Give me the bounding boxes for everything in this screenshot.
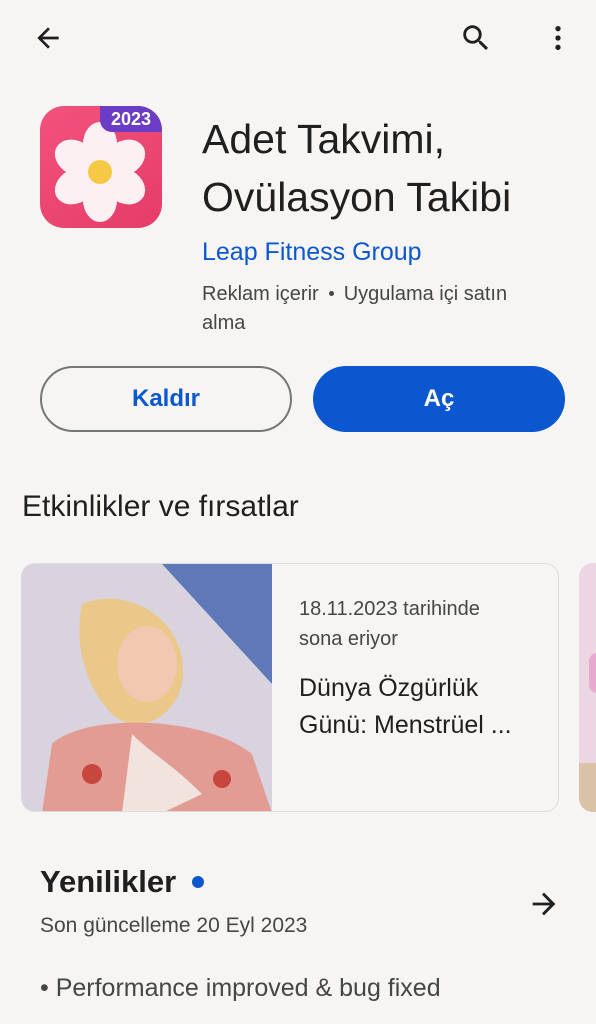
next-event-image bbox=[579, 563, 596, 812]
new-indicator-dot bbox=[192, 876, 205, 888]
separator-dot bbox=[328, 291, 334, 296]
event-title-line-2: Günü: Menstrüel ... bbox=[299, 711, 512, 739]
release-notes: • Performance improved & bug fixed bbox=[40, 974, 441, 1002]
app-title-line-2: Ovülasyon Takibi bbox=[202, 174, 512, 220]
whats-new-label: Yenilikler bbox=[40, 864, 177, 899]
in-app-purchases-label-1: Uygulama içi satın bbox=[343, 283, 508, 305]
arrow-right-icon bbox=[532, 892, 556, 916]
whats-new-expand-button[interactable] bbox=[520, 880, 568, 928]
app-title: Adet Takvimi, Ovülasyon Takibi bbox=[202, 110, 582, 226]
more-options-button[interactable] bbox=[534, 14, 582, 62]
event-expiry-line-2: sona eriyor bbox=[299, 628, 398, 650]
next-event-card[interactable] bbox=[579, 563, 596, 812]
event-expiry-line-1: 18.11.2023 tarihinde bbox=[299, 598, 480, 620]
app-icon: 2023 bbox=[40, 106, 162, 228]
more-vert-icon bbox=[555, 26, 561, 50]
event-title: Dünya Özgürlük Günü: Menstrüel ... bbox=[299, 670, 539, 744]
event-title-line-1: Dünya Özgürlük bbox=[299, 674, 479, 702]
arrow-left-icon bbox=[37, 27, 59, 49]
in-app-purchases-label-2: alma bbox=[202, 312, 246, 334]
top-app-bar bbox=[0, 0, 596, 80]
year-badge: 2023 bbox=[100, 106, 162, 132]
search-button[interactable] bbox=[452, 14, 500, 62]
events-section-title: Etkinlikler ve fırsatlar bbox=[22, 490, 299, 523]
last-updated-text: Son güncelleme 20 Eyl 2023 bbox=[40, 914, 308, 937]
open-button[interactable]: Aç bbox=[313, 366, 565, 432]
whats-new-title: Yenilikler bbox=[40, 864, 205, 900]
app-title-line-1: Adet Takvimi, bbox=[202, 116, 446, 162]
event-card[interactable]: 18.11.2023 tarihinde sona eriyor Dünya Ö… bbox=[21, 563, 559, 812]
search-icon bbox=[463, 25, 489, 51]
uninstall-button[interactable]: Kaldır bbox=[40, 366, 292, 432]
event-image bbox=[22, 564, 272, 811]
developer-link[interactable]: Leap Fitness Group bbox=[202, 238, 422, 267]
app-meta: Reklam içerir Uygulama içi satın alma bbox=[202, 280, 582, 338]
event-expiry: 18.11.2023 tarihinde sona eriyor bbox=[299, 594, 539, 654]
back-button[interactable] bbox=[24, 14, 72, 62]
contains-ads-label: Reklam içerir bbox=[202, 283, 319, 305]
